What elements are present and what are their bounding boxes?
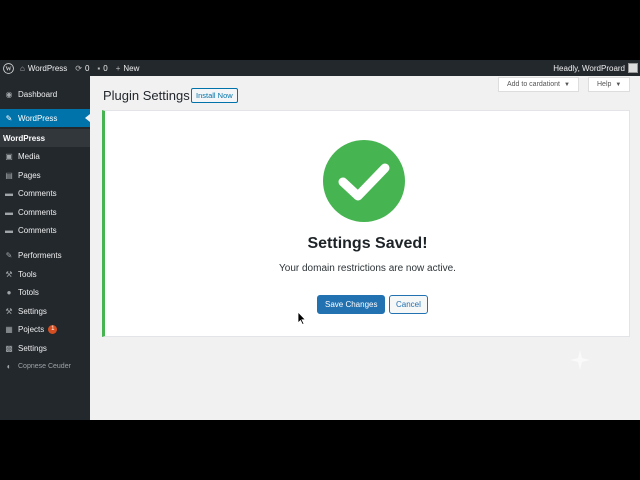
avatar: [628, 63, 638, 73]
success-checkmark-icon: [323, 140, 405, 222]
comments-link[interactable]: ▪ 0: [93, 60, 111, 76]
sidebar-item-performents[interactable]: ✎ Performents: [0, 246, 90, 264]
checkmark-circle: [323, 140, 405, 222]
pages-icon: ▤: [5, 170, 13, 180]
plus-icon: +: [115, 63, 121, 73]
sidebar-item-tools[interactable]: ⚒ Tools: [0, 265, 90, 283]
sidebar-item-pojects[interactable]: ▦ Pojects 1: [0, 320, 90, 338]
sidebar-subitem-wordpress[interactable]: WordPress: [0, 129, 90, 147]
screen-options-label: Add to cardationt: [507, 81, 560, 88]
cancel-button[interactable]: Cancel: [389, 295, 428, 314]
install-now-button[interactable]: Install Now: [191, 88, 238, 103]
sidebar-item-label: Media: [18, 151, 40, 161]
sidebar-item-label: Settings: [18, 306, 47, 316]
account-menu[interactable]: Headly, WordProard: [553, 63, 640, 73]
page-title: Plugin Settings: [103, 88, 190, 103]
site-name-link[interactable]: ⌂ WordPress: [16, 60, 71, 76]
sidebar-item-label: Dashboard: [18, 89, 58, 99]
new-label: New: [123, 63, 140, 73]
admin-sidebar: ◉ Dashboard ✎ WordPress WordPress ▣ Medi…: [0, 76, 90, 420]
screen-options-tab[interactable]: Add to cardationt ▼: [498, 77, 579, 92]
collapse-menu[interactable]: ◐ Copnese Ceuder: [0, 357, 90, 375]
sidebar-item-label: Comments: [18, 225, 57, 235]
media-icon: ▣: [5, 151, 13, 161]
settings-saved-notice: Settings Saved! Your domain restrictions…: [102, 110, 630, 337]
sidebar-item-label: Performents: [18, 250, 62, 260]
caret-down-icon: ▼: [615, 81, 622, 88]
notice-title: Settings Saved!: [307, 235, 428, 252]
sidebar-item-label: Totols: [18, 287, 39, 297]
pin-icon: ✎: [5, 113, 13, 123]
save-changes-button[interactable]: Save Changes: [317, 295, 386, 314]
updates-count: 0: [84, 63, 90, 73]
user-icon: ●: [6, 287, 12, 297]
comments-icon: ▬: [5, 225, 13, 235]
wordpress-admin-screen: W ⌂ WordPress ⟳ 0 ▪ 0 + New Headly, Word…: [0, 60, 640, 420]
sidebar-item-label: Comments: [18, 188, 57, 198]
updates-link[interactable]: ⟳ 0: [71, 60, 93, 76]
pin-icon: ✎: [5, 250, 13, 260]
collapse-icon: ◐: [6, 361, 12, 371]
sidebar-item-comments[interactable]: ▬ Comments: [0, 184, 90, 202]
wrench-icon: ⚒: [5, 306, 13, 316]
help-label: Help: [597, 81, 612, 88]
sidebar-item-label: Pages: [18, 170, 41, 180]
caret-down-icon: ▼: [563, 81, 570, 88]
admin-toolbar: W ⌂ WordPress ⟳ 0 ▪ 0 + New Headly, Word…: [0, 60, 640, 76]
wrench-icon: ⚒: [5, 269, 13, 279]
home-icon: ⌂: [20, 63, 25, 73]
sidebar-item-comments-3[interactable]: ▬ Comments: [0, 221, 90, 239]
sidebar-item-settings-2[interactable]: ▩ Settings: [0, 339, 90, 357]
sidebar-item-comments-2[interactable]: ▬ Comments: [0, 203, 90, 221]
sparkle-icon: [570, 350, 590, 370]
sidebar-item-wordpress[interactable]: ✎ WordPress: [0, 109, 90, 127]
notice-message: Your domain restrictions are now active.: [279, 263, 456, 274]
sidebar-item-label: WordPress: [3, 133, 46, 143]
sidebar-item-label: Comments: [18, 207, 57, 217]
update-count-badge: 1: [48, 324, 58, 334]
comment-bubble-icon: ▪: [97, 63, 101, 73]
svg-text:W: W: [5, 66, 11, 72]
sidebar-item-media[interactable]: ▣ Media: [0, 147, 90, 165]
sidebar-item-label: Settings: [18, 343, 47, 353]
sidebar-item-dashboard[interactable]: ◉ Dashboard: [0, 85, 90, 103]
sidebar-item-pages[interactable]: ▤ Pages: [0, 166, 90, 184]
wordpress-logo-icon[interactable]: W: [0, 60, 16, 76]
plugin-icon: ▦: [5, 324, 13, 334]
comments-icon: ▬: [5, 188, 13, 198]
settings-icon: ▩: [5, 343, 13, 353]
help-tab[interactable]: Help ▼: [588, 77, 630, 92]
comments-count: 0: [103, 63, 108, 73]
site-name: WordPress: [27, 63, 68, 73]
new-content-link[interactable]: + New: [112, 60, 144, 76]
sidebar-item-label: Tools: [18, 269, 37, 279]
sidebar-item-totols[interactable]: ● Totols: [0, 283, 90, 301]
sidebar-item-label: Pojects: [18, 324, 45, 334]
mouse-cursor-icon: [297, 311, 307, 325]
updates-icon: ⟳: [75, 63, 82, 73]
comments-icon: ▬: [5, 207, 13, 217]
sidebar-item-settings[interactable]: ⚒ Settings: [0, 302, 90, 320]
sidebar-item-label: WordPress: [18, 113, 58, 123]
user-greeting: Headly, WordProard: [553, 63, 625, 73]
sidebar-item-label: Copnese Ceuder: [18, 362, 71, 370]
dashboard-icon: ◉: [5, 89, 13, 99]
